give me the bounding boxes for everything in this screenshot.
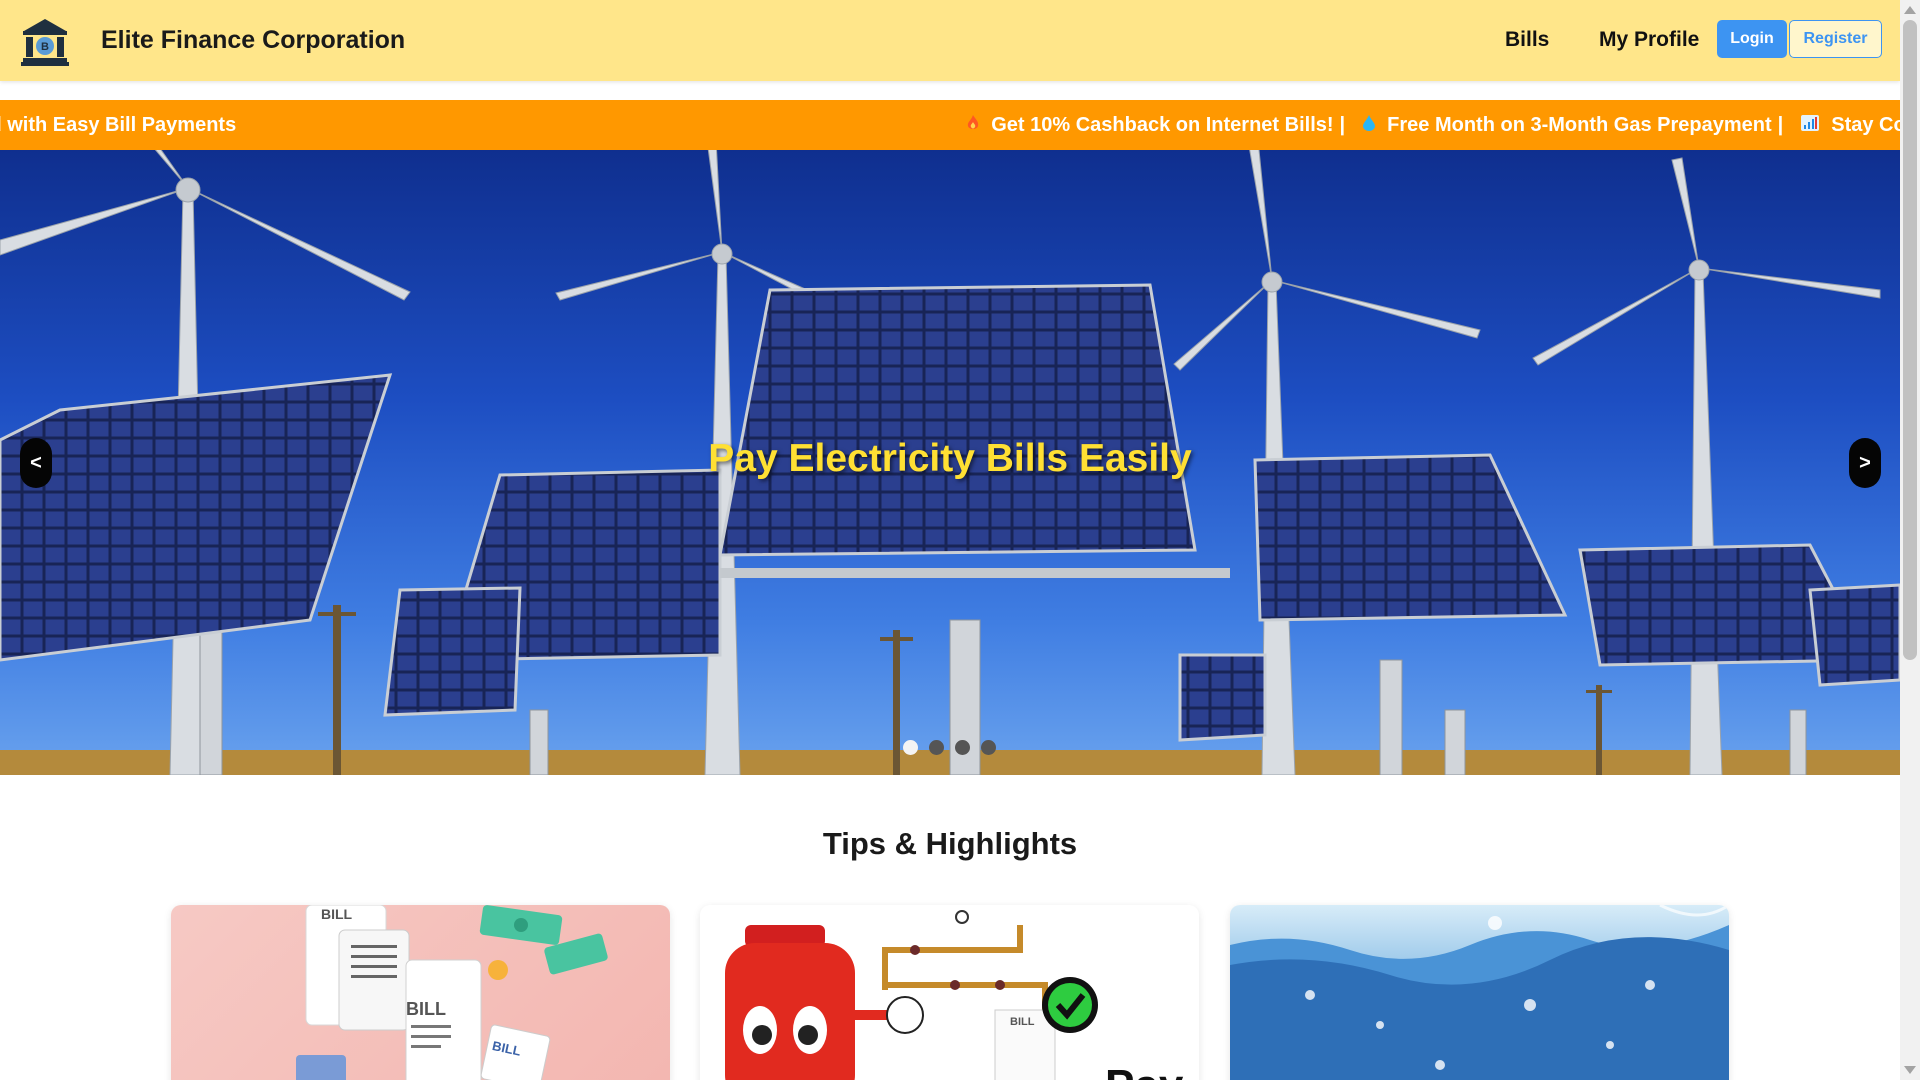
carousel-dot[interactable] (903, 740, 918, 755)
section-title: Tips & Highlights (822, 826, 1078, 861)
carousel-next-button[interactable]: > (1849, 438, 1881, 488)
announcement-ticker: nnected with Easy Bill Payments Get 10% … (0, 100, 1900, 150)
droplet-icon (1363, 114, 1376, 136)
scrollbar-thumb[interactable] (1903, 20, 1917, 660)
carousel-indicators (903, 740, 996, 755)
ticker-item-text: nnected with Easy Bill Payments (0, 113, 237, 136)
ticker-item: Stay Co (1801, 114, 1900, 137)
register-button[interactable]: Register (1789, 20, 1882, 58)
ticker-item-text: Stay Co (1831, 113, 1900, 136)
bill-label: BILL (406, 999, 446, 1019)
nav-link-my-profile[interactable]: My Profile (1599, 28, 1699, 52)
login-button[interactable]: Login (1717, 20, 1787, 58)
page: B Elite Finance Corporation Bills My Pro… (0, 0, 1900, 1080)
pay-label: Pay (1105, 1061, 1184, 1080)
hero-title: Pay Electricity Bills Easily (708, 437, 1192, 480)
bill-label: BILL (1010, 1016, 1035, 1028)
nav-link-bills[interactable]: Bills (1505, 28, 1549, 52)
brand-name: Elite Finance Corporation (101, 26, 406, 54)
gas-cylinder-illustration: BILL Pay (725, 910, 1184, 1080)
bill-payment-illustration: BILL BILL BILL (296, 905, 608, 1080)
carousel-dot[interactable] (929, 740, 944, 755)
carousel-dot[interactable] (981, 740, 996, 755)
ticker-item: nnected with Easy Bill Payments (0, 114, 236, 137)
scroll-down-arrow-icon[interactable] (1904, 1066, 1916, 1074)
ticker-track: nnected with Easy Bill Payments Get 10% … (0, 100, 1900, 150)
carousel-prev-button[interactable]: < (20, 438, 52, 488)
highlight-card-bill-payment[interactable]: BILL BILL BILL (171, 905, 670, 1080)
highlight-card-water-payment[interactable] (1230, 905, 1729, 1080)
highlight-card-gas-payment[interactable]: BILL Pay (700, 905, 1199, 1080)
ticker-item: Free Month on 3-Month Gas Prepayment | (1363, 114, 1795, 137)
fire-icon (967, 114, 979, 136)
scroll-up-arrow-icon[interactable] (1904, 6, 1916, 14)
ticker-separator: | (1777, 113, 1784, 136)
svg-text:B: B (41, 41, 49, 53)
bill-label: BILL (321, 906, 353, 922)
top-navbar: B Elite Finance Corporation Bills My Pro… (0, 0, 1900, 81)
page-scrollbar[interactable] (1900, 0, 1920, 1080)
signal-bars-icon (1801, 114, 1820, 136)
ticker-separator: | (1339, 113, 1346, 136)
carousel-dot[interactable] (955, 740, 970, 755)
ticker-item-text: Free Month on 3-Month Gas Prepayment (1387, 113, 1772, 136)
ticker-item: Get 10% Cashback on Internet Bills! | (967, 114, 1357, 137)
ticker-item-text: Get 10% Cashback on Internet Bills! (991, 113, 1334, 136)
hero-carousel: Pay Electricity Bills Easily < > (0, 150, 1900, 775)
water-splash-illustration (1230, 905, 1729, 1080)
bank-logo-icon[interactable]: B (20, 15, 70, 67)
